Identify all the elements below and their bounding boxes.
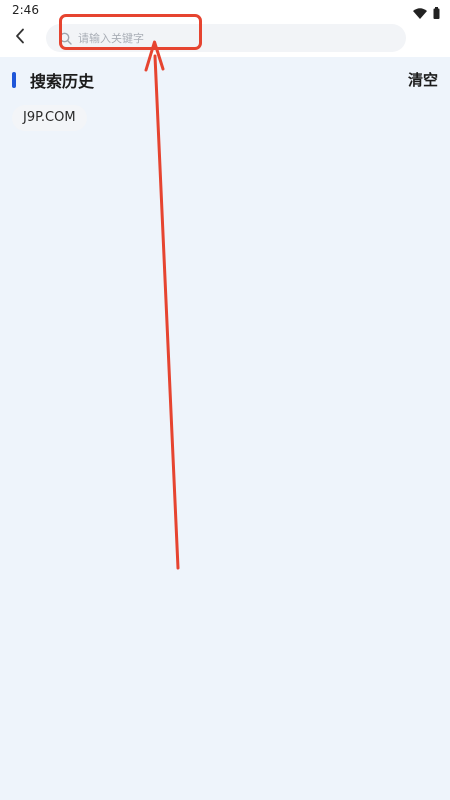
- history-list: J9P.COM: [12, 105, 87, 131]
- search-icon: [58, 31, 72, 45]
- wifi-icon: [413, 4, 427, 23]
- back-button[interactable]: [8, 26, 32, 50]
- history-header: 搜索历史 清空: [0, 66, 450, 94]
- history-title: 搜索历史: [30, 72, 95, 91]
- search-bar[interactable]: [46, 24, 406, 52]
- status-icons: [413, 4, 440, 23]
- section-accent-bar: [12, 72, 16, 88]
- chevron-left-icon: [14, 28, 26, 48]
- status-time: 2:46: [12, 3, 39, 17]
- search-input[interactable]: [78, 27, 378, 49]
- search-screen: 2:46 请输入关键字 搜索历史 清空 J9P.COM: [0, 0, 450, 800]
- battery-icon: [433, 4, 440, 23]
- clear-history-button[interactable]: 清空: [408, 69, 438, 90]
- top-bar: 2:46: [0, 0, 450, 57]
- history-chip[interactable]: J9P.COM: [12, 105, 87, 131]
